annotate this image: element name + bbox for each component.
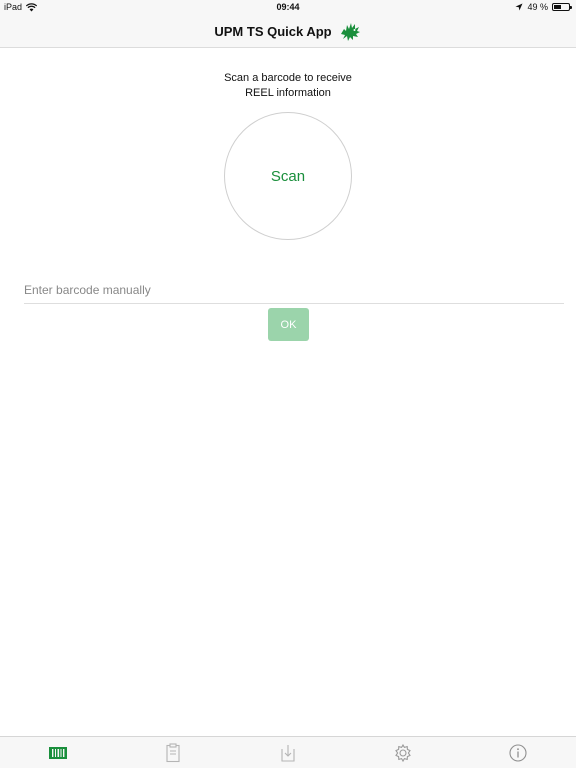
tab-scan[interactable] — [38, 737, 78, 768]
tab-download[interactable] — [268, 737, 308, 768]
gear-icon — [395, 743, 411, 763]
download-icon — [281, 745, 295, 762]
nav-title: UPM TS Quick App — [214, 24, 332, 39]
griffin-logo-icon — [340, 22, 360, 41]
info-icon — [509, 744, 527, 762]
status-right: 49 % — [515, 2, 572, 12]
status-time: 09:44 — [276, 2, 300, 12]
scan-instructions-line-2: REEL information — [245, 87, 331, 99]
tab-bar — [0, 736, 576, 768]
scan-instructions-line-1: Scan a barcode to receive — [224, 72, 352, 84]
battery-percent: 49 % — [527, 2, 548, 12]
barcode-input[interactable] — [24, 276, 564, 304]
clipboard-icon — [166, 743, 180, 763]
tab-clipboard[interactable] — [153, 737, 193, 768]
app-screen: iPad 09:44 49 % UPM TS Quick App Scan a … — [0, 0, 576, 768]
tab-info[interactable] — [498, 737, 538, 768]
location-arrow-icon — [515, 3, 523, 11]
ok-button[interactable]: OK — [268, 308, 309, 341]
scan-button[interactable]: Scan — [224, 112, 352, 240]
nav-bar: UPM TS Quick App — [0, 16, 576, 48]
tab-settings[interactable] — [383, 737, 423, 768]
barcode-scan-icon — [49, 747, 67, 759]
scan-button-label: Scan — [270, 167, 306, 185]
battery-icon — [552, 3, 572, 11]
status-bar: iPad 09:44 49 % — [0, 0, 576, 16]
battery-fill — [554, 5, 561, 9]
scan-instructions: Scan a barcode to receive REEL informati… — [0, 71, 576, 101]
